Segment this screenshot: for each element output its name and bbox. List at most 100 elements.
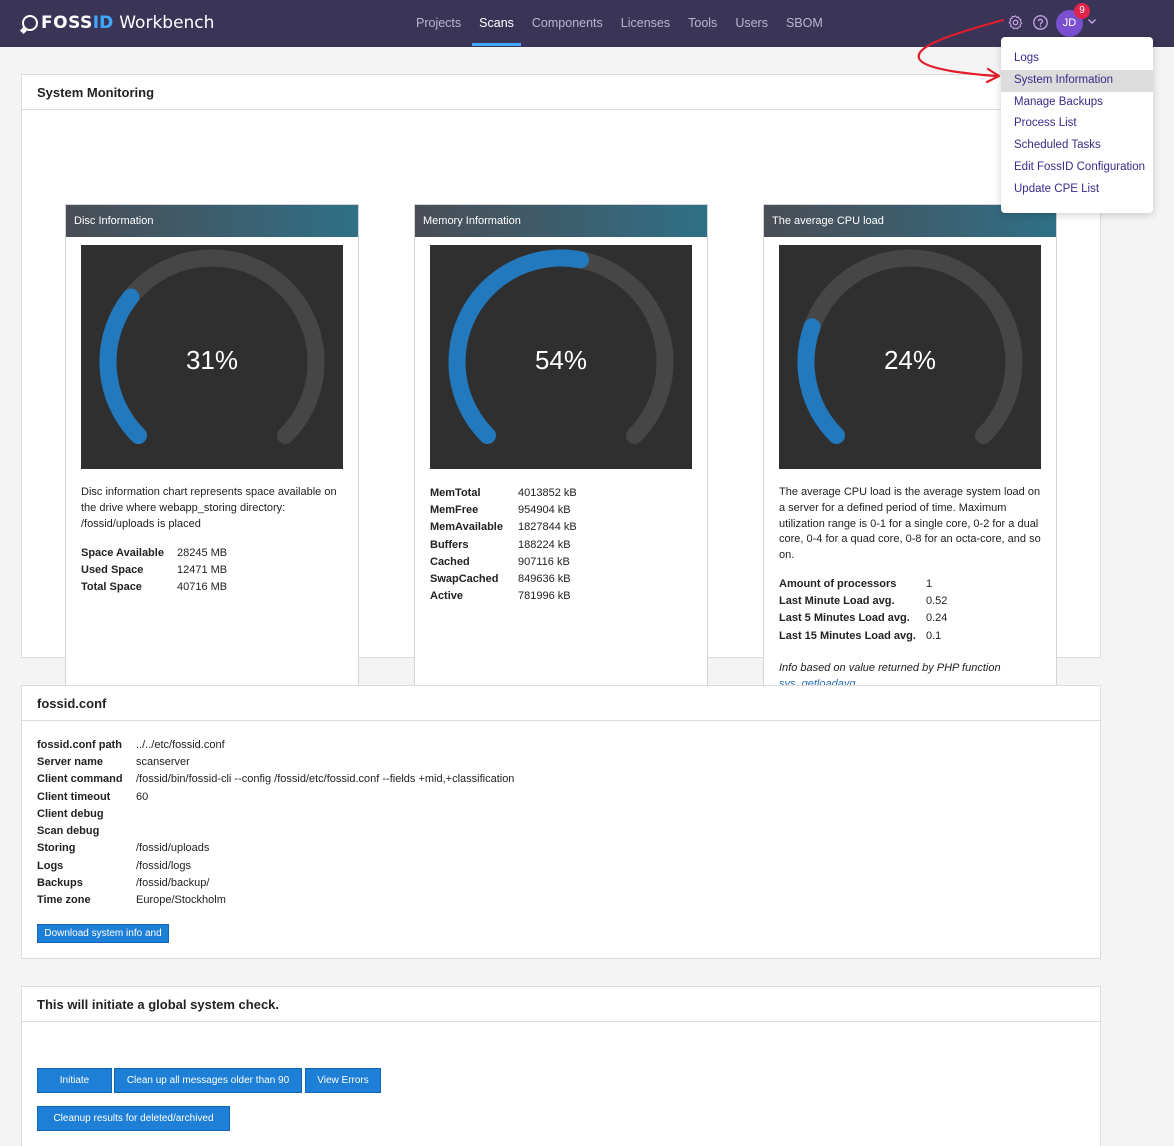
conf-row: Client command/fossid/bin/fossid-cli --c…	[37, 771, 514, 788]
stat-row: Active 781996 kB	[430, 588, 577, 605]
menu-item-logs[interactable]: Logs	[1001, 48, 1153, 70]
memory-gauge: 54%	[430, 245, 692, 469]
stat-row: MemFree 954904 kB	[430, 501, 577, 518]
help-icon[interactable]	[1032, 14, 1049, 31]
conf-value: 60	[136, 790, 149, 803]
stat-key: Space Available	[81, 546, 164, 559]
stat-row: Last 5 Minutes Load avg. 0.24	[779, 610, 947, 627]
cpu-load-card: The average CPU load 24% The average CPU…	[763, 204, 1057, 712]
stat-value: 907116 kB	[518, 555, 570, 568]
stat-row: Amount of processors 1	[779, 575, 947, 592]
conf-row: Storing/fossid/uploads	[37, 840, 514, 857]
stat-key: Total Space	[81, 581, 142, 594]
fossid-conf-panel: fossid.conf fossid.conf path ../../etc/fo…	[21, 685, 1101, 959]
stat-key: MemTotal	[430, 486, 481, 499]
clean-up-messages-button[interactable]: Clean up all messages older than 90 days	[114, 1068, 302, 1109]
stat-value: 849636 kB	[518, 573, 571, 586]
stat-value: 1827844 kB	[518, 521, 577, 534]
memory-stats: MemTotal 4013852 kB MemFree 954904 kB MemA…	[430, 484, 577, 605]
card-title: Memory Information	[415, 205, 707, 237]
stat-value: 12471 MB	[177, 563, 228, 576]
menu-item-edit-configuration[interactable]: Edit FossID Configuration	[1001, 157, 1153, 179]
fossid-logo[interactable]: FOSS ID Workbench	[22, 11, 214, 35]
panel-title: This will initiate a global system check…	[22, 987, 1100, 1022]
menu-item-process-list[interactable]: Process List	[1001, 113, 1153, 135]
stat-key: Active	[430, 590, 464, 603]
conf-row: Client timeout 60	[37, 788, 514, 805]
stat-row: Buffers 188224 kB	[430, 536, 577, 553]
menu-item-scheduled-tasks[interactable]: Scheduled Tasks	[1001, 135, 1153, 157]
view-errors-log-button[interactable]: View Errors Log	[305, 1068, 381, 1109]
stat-value: 28245 MB	[177, 546, 228, 559]
stat-key: Last 5 Minutes Load avg.	[779, 612, 910, 625]
logo-mark-icon	[22, 15, 38, 31]
conf-value: /fossid/bin/fossid-cli --config /fossid/…	[136, 773, 515, 786]
main-nav: Projects Scans Components Licenses Tools…	[407, 0, 832, 47]
chevron-down-icon[interactable]	[1087, 16, 1097, 26]
disc-stats: Space Available 28245 MB Used Space 12471 …	[81, 544, 227, 596]
memory-percent-label: 54%	[534, 345, 588, 375]
stat-key: Last Minute Load avg.	[779, 594, 895, 607]
stat-key: Amount of processors	[779, 577, 897, 590]
stat-value: 188224 kB	[518, 538, 571, 551]
annotation-arrow-icon	[917, 18, 1005, 84]
conf-key: Client timeout	[37, 790, 111, 803]
nav-licenses[interactable]: Licenses	[612, 0, 679, 47]
menu-item-system-information[interactable]: System Information	[1001, 69, 1153, 92]
disc-gauge: 31%	[81, 245, 343, 469]
conf-row: Client debug	[37, 805, 514, 822]
conf-value: scanserver	[136, 755, 190, 768]
stat-key: MemFree	[430, 503, 479, 516]
conf-key: Scan debug	[37, 825, 100, 838]
settings-dropdown-menu: Logs System Information Manage Backups P…	[1001, 37, 1153, 213]
cleanup-results-button[interactable]: Cleanup results for deleted/archived sca…	[37, 1106, 230, 1146]
conf-row: Logs/fossid/logs	[37, 857, 514, 874]
disc-information-card: Disc Information 31% Disc information ch…	[65, 204, 359, 712]
stat-row: MemTotal 4013852 kB	[430, 484, 577, 501]
stat-value: 4013852 kB	[518, 486, 577, 499]
system-check-panel: This will initiate a global system check…	[21, 986, 1101, 1146]
memory-information-card: Memory Information 54% MemTotal 4013852 k…	[414, 204, 708, 712]
nav-sbom[interactable]: SBOM	[777, 0, 832, 47]
conf-row: Time zone Europe/Stockholm	[37, 892, 514, 909]
stat-value: 40716 MB	[177, 581, 228, 594]
brand-name-part-2: ID	[92, 13, 114, 33]
nav-components[interactable]: Components	[523, 0, 612, 47]
stat-row: Cached 907116 kB	[430, 553, 577, 570]
conf-value: /fossid/uploads	[136, 842, 210, 855]
conf-key: Client command	[37, 773, 123, 786]
card-title: Disc Information	[66, 205, 358, 237]
stat-key: Last 15 Minutes Load avg.	[779, 629, 916, 642]
stat-value: 781996 kB	[518, 590, 571, 603]
initiate-button[interactable]: Initiate	[37, 1068, 112, 1093]
nav-users[interactable]: Users	[726, 0, 777, 47]
stat-value: 954904 kB	[518, 503, 571, 516]
conf-row: Server name scanserver	[37, 753, 514, 770]
download-system-info-button[interactable]: Download system info and logs	[37, 924, 169, 956]
stat-value: 0.52	[926, 594, 948, 607]
disc-description: Disc information chart represents space …	[81, 486, 337, 530]
conf-value: Europe/Stockholm	[136, 894, 226, 907]
panel-title: fossid.conf	[22, 686, 1100, 721]
conf-key: Time zone	[37, 894, 91, 907]
cpu-description: The average CPU load is the average syst…	[779, 486, 1041, 562]
nav-projects[interactable]: Projects	[407, 0, 470, 47]
cpu-note-text: Info based on value returned by PHP func…	[779, 662, 1001, 674]
menu-item-manage-backups[interactable]: Manage Backups	[1001, 92, 1153, 114]
conf-key: Logs	[37, 859, 64, 872]
stat-key: Used Space	[81, 563, 144, 576]
stat-row: SwapCached 849636 kB	[430, 570, 577, 587]
stat-row: Space Available 28245 MB	[81, 544, 227, 561]
conf-key: fossid.conf path	[37, 738, 122, 751]
brand-name-part-1: FOSS	[41, 13, 93, 33]
nav-scans[interactable]: Scans	[470, 0, 523, 47]
menu-item-update-cpe-list[interactable]: Update CPE List	[1001, 179, 1153, 201]
cpu-percent-label: 24%	[883, 345, 937, 375]
stat-row: Last 15 Minutes Load avg. 0.1	[779, 627, 947, 644]
stat-key: SwapCached	[430, 573, 499, 586]
stat-row: Last Minute Load avg. 0.52	[779, 592, 947, 609]
conf-value: /fossid/logs	[136, 859, 192, 872]
stat-key: MemAvailable	[430, 521, 503, 534]
stat-key: Cached	[430, 555, 470, 568]
nav-tools[interactable]: Tools	[679, 0, 726, 47]
